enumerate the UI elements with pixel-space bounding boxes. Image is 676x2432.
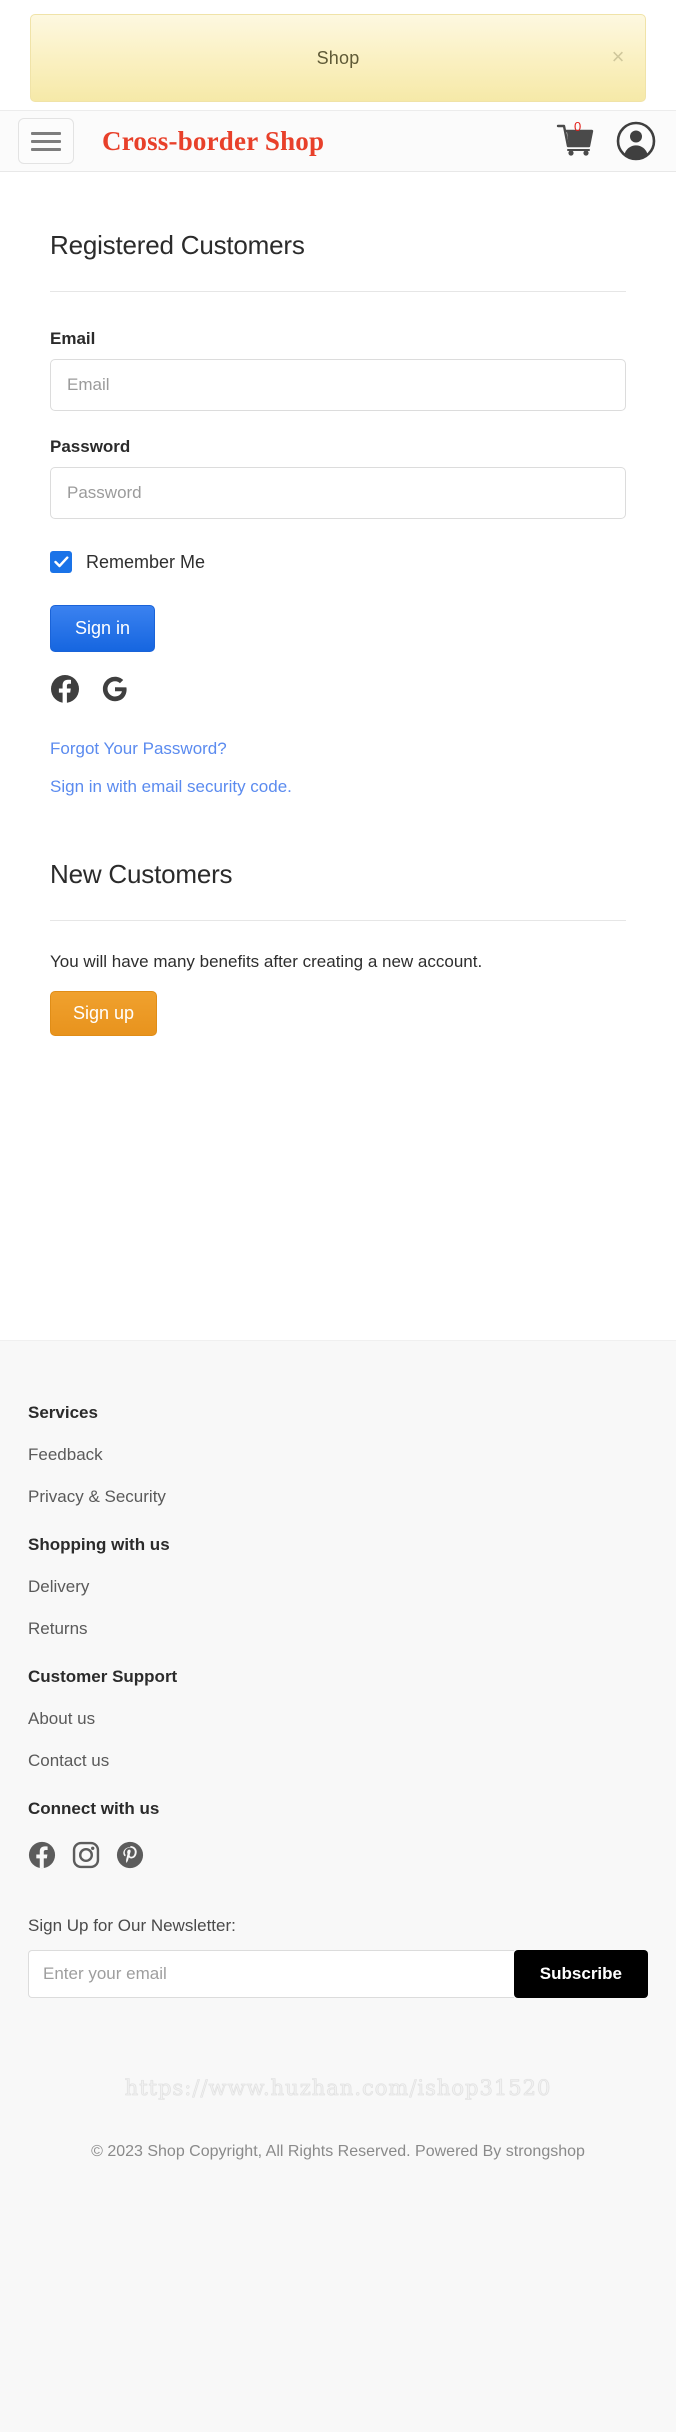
connect-with-us-heading: Connect with us xyxy=(28,1799,160,1818)
footer-inner: Services Feedback Privacy & Security Sho… xyxy=(0,1341,676,2165)
registered-customers-title: Registered Customers xyxy=(50,230,305,260)
pinterest-glyph xyxy=(116,1841,144,1869)
footer-link-privacy-security[interactable]: Privacy & Security xyxy=(28,1487,648,1507)
password-input[interactable] xyxy=(50,467,626,519)
brand-logo[interactable]: Cross-border Shop xyxy=(102,126,324,157)
notice-banner: Shop × xyxy=(30,14,646,102)
newsletter-form: Subscribe xyxy=(28,1950,648,1998)
user-account-icon[interactable] xyxy=(616,121,656,161)
footer-heading: Customer Support xyxy=(28,1667,178,1686)
footer-column-services: Services Feedback Privacy & Security xyxy=(28,1403,648,1507)
notice-banner-container: Shop × xyxy=(0,0,676,110)
google-glyph xyxy=(102,676,127,702)
remember-me-row[interactable]: Remember Me xyxy=(50,551,626,573)
facebook-glyph xyxy=(51,675,79,703)
cart-count-badge: 0 xyxy=(574,119,582,134)
google-signin-icon[interactable] xyxy=(100,674,130,709)
notice-text: Shop xyxy=(316,47,360,68)
instagram-glyph xyxy=(72,1841,100,1869)
footer-link-returns[interactable]: Returns xyxy=(28,1619,648,1639)
site-header: Cross-border Shop 0 xyxy=(0,110,676,172)
footer-link-delivery[interactable]: Delivery xyxy=(28,1577,648,1597)
account-glyph xyxy=(616,121,656,161)
footer-column-shopping: Shopping with us Delivery Returns xyxy=(28,1535,648,1639)
forgot-password-link[interactable]: Forgot Your Password? xyxy=(50,739,626,759)
subscribe-button[interactable]: Subscribe xyxy=(513,1950,648,1998)
email-security-code-link[interactable]: Sign in with email security code. xyxy=(50,777,626,797)
checkmark-icon xyxy=(53,556,68,568)
email-label: Email xyxy=(50,329,96,348)
hamburger-bar xyxy=(31,131,61,135)
facebook-glyph xyxy=(28,1841,56,1869)
sign-up-button[interactable]: Sign up xyxy=(50,990,158,1036)
newsletter-email-input[interactable] xyxy=(28,1950,514,1998)
main-content: Registered Customers Email Password Reme… xyxy=(0,172,676,1036)
watermark-url: https://www.huzhan.com/ishop31520 xyxy=(124,2076,552,2101)
footer-link-contact-us[interactable]: Contact us xyxy=(28,1751,648,1771)
new-customers-description: You will have many benefits after creati… xyxy=(50,952,483,971)
site-footer: Services Feedback Privacy & Security Sho… xyxy=(0,1340,676,2432)
email-input[interactable] xyxy=(50,359,626,411)
newsletter-label: Sign Up for Our Newsletter: xyxy=(28,1916,236,1935)
copyright-text: © 2023 Shop Copyright, All Rights Reserv… xyxy=(91,2143,585,2160)
header-icon-group: 0 xyxy=(556,119,656,161)
shopping-cart-icon[interactable]: 0 xyxy=(556,119,596,160)
footer-link-about-us[interactable]: About us xyxy=(28,1709,648,1729)
footer-column-connect: Connect with us xyxy=(28,1799,648,1874)
login-container: Registered Customers Email Password Reme… xyxy=(0,172,676,1036)
login-page: Shop × Cross-border Shop 0 Registered Cu… xyxy=(0,0,676,2432)
new-customers-title: New Customers xyxy=(50,859,233,889)
hamburger-bar xyxy=(31,147,61,151)
remember-me-checkbox[interactable] xyxy=(50,551,72,573)
footer-heading: Shopping with us xyxy=(28,1535,170,1554)
close-icon[interactable]: × xyxy=(607,46,629,69)
hamburger-icon[interactable] xyxy=(18,118,74,164)
footer-heading: Services xyxy=(28,1403,98,1422)
sign-in-button[interactable]: Sign in xyxy=(50,605,156,652)
remember-me-label: Remember Me xyxy=(86,551,206,572)
social-login-group xyxy=(50,674,626,709)
facebook-signin-icon[interactable] xyxy=(50,674,80,709)
footer-column-support: Customer Support About us Contact us xyxy=(28,1667,648,1771)
hamburger-bar xyxy=(31,139,61,143)
facebook-icon[interactable] xyxy=(28,1841,56,1874)
footer-link-feedback[interactable]: Feedback xyxy=(28,1445,648,1465)
pinterest-icon[interactable] xyxy=(116,1841,144,1874)
instagram-icon[interactable] xyxy=(72,1841,100,1874)
password-label: Password xyxy=(50,437,131,456)
footer-social-group xyxy=(28,1841,648,1874)
